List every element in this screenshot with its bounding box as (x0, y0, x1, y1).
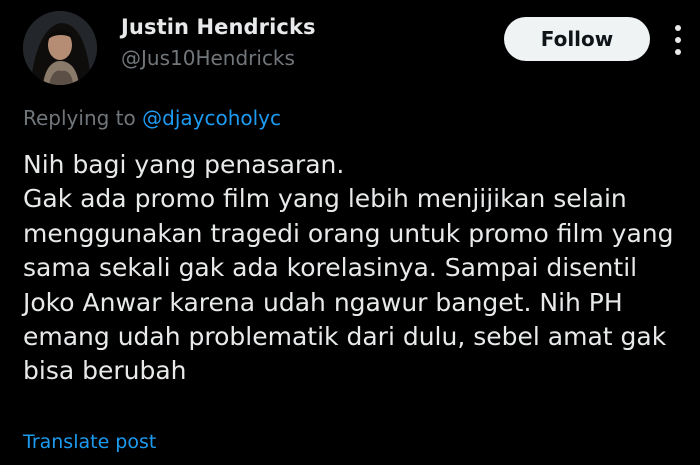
avatar[interactable] (23, 11, 97, 85)
post-body-line: Gak ada promo film yang lebih menjijikan… (23, 184, 627, 214)
replying-to-label: Replying to (23, 106, 136, 130)
post-body: Nih bagi yang penasaran. Gak ada promo f… (23, 148, 699, 389)
post-body-line: sama sekali gak ada korelasinya. Sampai … (23, 253, 638, 283)
post-body-line: Nih bagi yang penasaran. (23, 150, 345, 179)
translate-post-link[interactable]: Translate post (23, 431, 156, 453)
reply-mention-link[interactable]: @djaycoholyc (142, 106, 281, 130)
post-card: Justin Hendricks @Jus10Hendricks Follow … (0, 0, 700, 465)
post-body-line: bisa berubah (23, 356, 187, 386)
post-body-line: menggunakan tragedi orang untuk promo fi… (23, 218, 674, 248)
more-vertical-icon[interactable] (670, 22, 686, 58)
post-body-line: Joko Anwar karena udah ngawur banget. Ni… (23, 287, 623, 317)
post-body-line: emang udah problematik dari dulu, sebel … (23, 322, 667, 352)
avatar-image (23, 11, 97, 85)
follow-button[interactable]: Follow (504, 17, 650, 61)
replying-to: Replying to @djaycoholyc (23, 106, 281, 130)
author-display-name[interactable]: Justin Hendricks (121, 15, 316, 39)
author-handle[interactable]: @Jus10Hendricks (121, 46, 295, 70)
